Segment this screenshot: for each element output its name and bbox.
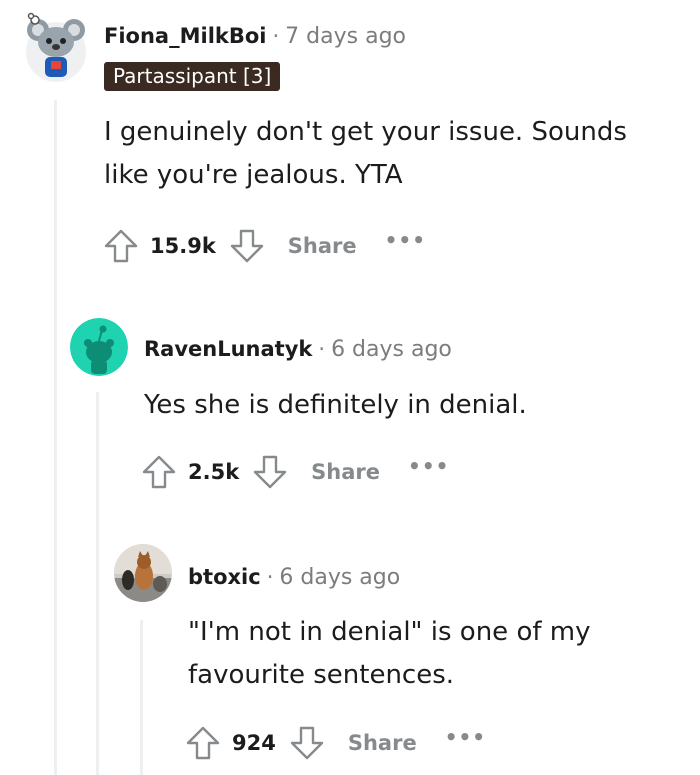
username[interactable]: btoxic <box>188 565 261 589</box>
timestamp[interactable]: 6 days ago <box>331 337 452 362</box>
avatar[interactable] <box>24 12 88 84</box>
comment-body-line: like you're jealous. YTA <box>104 160 403 190</box>
upvote-icon[interactable] <box>184 724 222 762</box>
more-options-button[interactable]: ••• <box>445 725 486 749</box>
comment-header: btoxic · 6 days ago <box>188 559 400 595</box>
comment-body: Yes she is definitely in denial. <box>144 384 527 427</box>
upvote-icon[interactable] <box>102 227 140 265</box>
share-button[interactable]: Share <box>288 234 357 258</box>
comment-actions: 2.5k Share ••• <box>140 452 449 492</box>
separator-dot: · <box>272 24 280 48</box>
comment-body: I genuinely don't get your issue. Sounds… <box>104 111 627 197</box>
comment-body-line: "I'm not in denial" is one of my <box>188 617 591 647</box>
separator-dot: · <box>318 337 326 361</box>
more-options-button[interactable]: ••• <box>408 454 449 478</box>
snoo-default-avatar-icon <box>70 318 128 376</box>
user-flair: Partassipant [3] <box>104 62 281 91</box>
comment-body-line: I genuinely don't get your issue. Sounds <box>104 117 627 147</box>
comment-actions: 924 Share ••• <box>184 723 486 763</box>
timestamp[interactable]: 7 days ago <box>285 24 406 49</box>
snoo-koala-avatar-icon <box>26 12 86 82</box>
avatar[interactable] <box>114 544 172 602</box>
thread-line-level-1[interactable] <box>54 100 57 775</box>
timestamp[interactable]: 6 days ago <box>279 565 400 590</box>
vote-score: 15.9k <box>150 234 216 258</box>
username[interactable]: RavenLunatyk <box>144 337 312 361</box>
comment-header: Fiona_MilkBoi · 7 days ago <box>104 18 406 54</box>
vote-score: 2.5k <box>188 460 240 484</box>
downvote-icon[interactable] <box>251 453 289 491</box>
username[interactable]: Fiona_MilkBoi <box>104 24 266 48</box>
share-button[interactable]: Share <box>311 460 380 484</box>
avatar[interactable] <box>70 318 128 376</box>
thread-line-level-2[interactable] <box>96 392 99 775</box>
comment-body-line: favourite sentences. <box>188 660 455 690</box>
downvote-icon[interactable] <box>288 724 326 762</box>
cat-photo-avatar-icon <box>114 544 172 602</box>
vote-score: 924 <box>232 731 276 755</box>
comment-body-line: Yes she is definitely in denial. <box>144 390 527 420</box>
upvote-icon[interactable] <box>140 453 178 491</box>
thread-line-level-3[interactable] <box>140 620 143 775</box>
share-button[interactable]: Share <box>348 731 417 755</box>
comment-actions: 15.9k Share ••• <box>102 226 426 266</box>
more-options-button[interactable]: ••• <box>385 228 426 252</box>
separator-dot: · <box>266 565 274 589</box>
comment-body: "I'm not in denial" is one of my favouri… <box>188 611 590 697</box>
comment-header: RavenLunatyk · 6 days ago <box>144 331 452 367</box>
downvote-icon[interactable] <box>228 227 266 265</box>
